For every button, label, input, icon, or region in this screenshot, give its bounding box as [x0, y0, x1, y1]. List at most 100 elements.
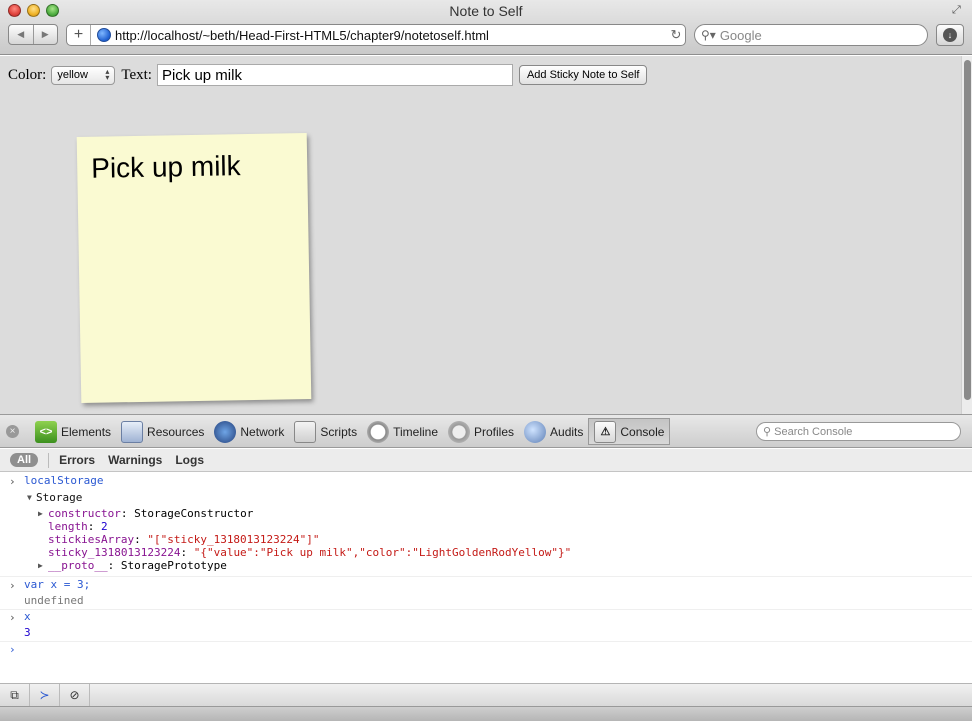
property-key: length — [48, 520, 88, 533]
prompt-icon: › — [9, 611, 16, 624]
console-divider — [0, 641, 972, 642]
property-value: StorageConstructor — [134, 507, 254, 520]
console-command: localStorage — [24, 474, 104, 487]
page-scrollbar-thumb[interactable] — [964, 60, 971, 400]
tab-label: Scripts — [320, 424, 358, 439]
elements-icon: <> — [35, 420, 57, 443]
color-select[interactable]: yellow ▴ ▾ — [51, 65, 116, 85]
property-row: constructor: StorageConstructor — [48, 507, 254, 520]
profiles-icon — [448, 420, 470, 443]
inspector-panels: <> Elements Resources Network Scripts Ti… — [30, 418, 671, 445]
disclosure-closed-icon[interactable]: ▶ — [38, 561, 43, 570]
forward-button[interactable]: ▶ — [32, 25, 58, 44]
audits-icon — [524, 420, 547, 443]
console-result: undefined — [24, 594, 84, 607]
tab-elements[interactable]: <> Elements — [30, 418, 116, 445]
console-search-input[interactable]: ⚲ Search Console — [756, 422, 961, 441]
console-icon: ⚠ — [594, 420, 617, 443]
tab-console[interactable]: ⚠ Console — [588, 418, 671, 445]
color-label: Color: — [8, 66, 47, 83]
input-prompt-icon[interactable]: › — [9, 643, 16, 656]
downloads-button[interactable]: ↓ — [936, 24, 964, 46]
search-icon: ⚲ — [763, 426, 775, 438]
filter-all[interactable]: All — [10, 453, 39, 467]
property-row: sticky_1318013123224: "{"value":"Pick up… — [48, 546, 572, 559]
inspector-status-bar: ⧉ ≻ ⊘ — [0, 683, 972, 706]
note-text-input[interactable]: Pick up milk — [156, 64, 513, 86]
tab-label: Network — [240, 424, 285, 439]
tab-label: Audits — [550, 424, 584, 439]
property-value: "{"value":"Pick up milk","color":"LightG… — [193, 546, 572, 559]
nav-buttons: ◀ ▶ — [8, 24, 58, 45]
property-row: length: 2 — [48, 520, 108, 533]
tab-resources[interactable]: Resources — [116, 418, 209, 445]
page-scrollbar[interactable] — [961, 56, 972, 414]
prompt-icon: › — [9, 579, 16, 592]
console-output[interactable]: › localStorage ▼ Storage ▶ constructor: … — [0, 473, 972, 683]
search-icon: ⚲▾ — [701, 28, 716, 42]
download-icon: ↓ — [943, 28, 957, 42]
filter-logs[interactable]: Logs — [175, 453, 204, 467]
filter-errors[interactable]: Errors — [59, 453, 95, 467]
add-sticky-button[interactable]: Add Sticky Note to Self — [518, 65, 648, 85]
select-arrows-icon: ▴ ▾ — [105, 67, 110, 82]
tab-label: Elements — [61, 424, 112, 439]
console-result: 3 — [24, 626, 31, 639]
tab-scripts[interactable]: Scripts — [289, 418, 362, 445]
tab-label: Console — [620, 424, 665, 439]
console-filter-bar: All Errors Warnings Logs — [0, 449, 972, 472]
property-value: 2 — [101, 520, 108, 533]
tab-network[interactable]: Network — [209, 418, 289, 445]
sticky-note[interactable]: Pick up milk — [76, 133, 312, 403]
note-form: Color: yellow ▴ ▾ Text: Pick up milk Add … — [8, 64, 648, 86]
address-bar[interactable]: + http://localhost/~beth/Head-First-HTML… — [66, 24, 686, 46]
window-bottom-bar — [0, 706, 972, 721]
tab-profiles[interactable]: Profiles — [443, 418, 519, 445]
page-content: Color: yellow ▴ ▾ Text: Pick up milk Add … — [0, 56, 961, 414]
tab-label: Timeline — [393, 424, 438, 439]
dock-toggle-button[interactable]: ⧉ — [0, 684, 30, 706]
sticky-note-text: Pick up milk — [90, 150, 241, 184]
resources-icon — [121, 420, 144, 443]
back-button[interactable]: ◀ — [9, 25, 33, 44]
disclosure-open-icon[interactable]: ▼ — [27, 493, 32, 502]
search-placeholder: Google — [719, 27, 762, 43]
clear-console-button[interactable]: ⊘ — [60, 684, 90, 706]
show-console-button[interactable]: ≻ — [30, 684, 60, 706]
disclosure-closed-icon[interactable]: ▶ — [38, 509, 43, 518]
close-inspector-icon[interactable]: × — [6, 425, 19, 438]
property-key: constructor — [48, 507, 121, 520]
property-row: stickiesArray: "["sticky_1318013123224"]… — [48, 533, 320, 546]
color-select-value: yellow — [57, 69, 88, 81]
globe-icon — [97, 28, 111, 42]
console-divider — [0, 576, 972, 577]
property-key: stickiesArray — [48, 533, 135, 546]
text-label: Text: — [121, 66, 152, 83]
tab-timeline[interactable]: Timeline — [362, 418, 443, 445]
search-field[interactable]: ⚲▾ Google — [694, 24, 928, 46]
storage-object-label: Storage — [36, 491, 83, 504]
reload-icon[interactable]: ↻ — [667, 27, 685, 43]
filter-divider — [48, 452, 50, 468]
add-bookmark-icon[interactable]: + — [67, 25, 91, 45]
prompt-icon: › — [9, 475, 16, 488]
tab-audits[interactable]: Audits — [519, 418, 588, 445]
window-title: Note to Self — [449, 3, 523, 19]
property-value: StoragePrototype — [120, 559, 227, 572]
scripts-icon — [294, 420, 317, 443]
url-text[interactable]: http://localhost/~beth/Head-First-HTML5/… — [115, 28, 667, 43]
timeline-icon — [367, 420, 390, 443]
clear-icon: ⊘ — [69, 688, 80, 702]
tab-label: Profiles — [474, 424, 515, 439]
console-search-placeholder: Search Console — [774, 425, 853, 438]
fullscreen-icon[interactable]: ⤢ — [952, 4, 964, 16]
dock-icon: ⧉ — [10, 687, 19, 702]
tab-label: Resources — [147, 424, 205, 439]
console-command: var x = 3; — [24, 578, 91, 591]
window-chrome: Note to Self ⤢ ◀ ▶ + http://localhost/~b… — [0, 0, 972, 55]
console-command: x — [24, 610, 31, 623]
property-row: __proto__: StoragePrototype — [48, 559, 227, 572]
filter-warnings[interactable]: Warnings — [108, 453, 162, 467]
inspector-toolbar: × <> Elements Resources Network Scripts … — [0, 414, 972, 448]
property-value: "["sticky_1318013123224"]" — [147, 533, 320, 546]
